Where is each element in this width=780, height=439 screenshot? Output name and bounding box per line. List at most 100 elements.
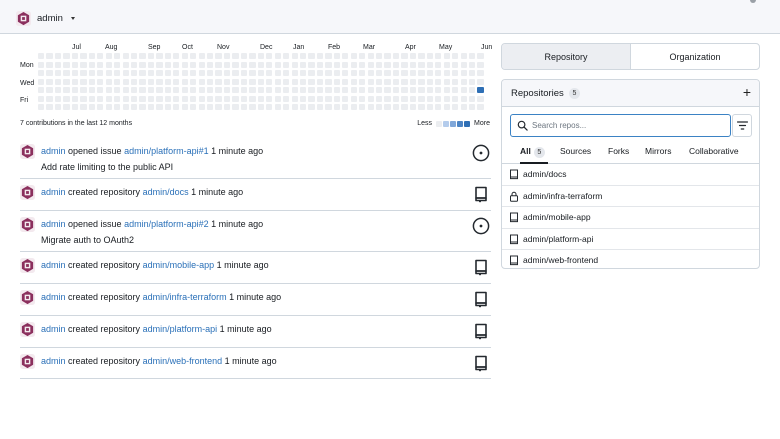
heatmap-cell[interactable] [435, 95, 442, 102]
heatmap-cell[interactable] [46, 95, 53, 102]
heatmap-cell[interactable] [401, 95, 408, 102]
heatmap-cell[interactable] [443, 78, 450, 85]
heatmap-cell[interactable] [308, 78, 315, 85]
heatmap-cell[interactable] [426, 70, 433, 77]
heatmap-cell[interactable] [367, 104, 374, 111]
heatmap-cell[interactable] [376, 70, 383, 77]
heatmap-cell[interactable] [409, 104, 417, 111]
heatmap-cell[interactable] [240, 78, 248, 85]
heatmap-cell[interactable] [215, 104, 222, 111]
feed-target-link[interactable]: admin/docs [143, 187, 189, 197]
heatmap-cell[interactable] [105, 87, 112, 94]
heatmap-cell[interactable] [316, 104, 324, 111]
heatmap-cell[interactable] [426, 95, 433, 102]
heatmap-cell[interactable] [232, 53, 239, 60]
heatmap-cell[interactable] [156, 53, 163, 60]
heatmap-cell[interactable] [181, 87, 188, 94]
heatmap-cell[interactable] [477, 61, 484, 68]
heatmap-cell[interactable] [426, 104, 433, 111]
heatmap-cell[interactable] [350, 95, 357, 102]
heatmap-cell[interactable] [452, 95, 459, 102]
heatmap-cell[interactable] [156, 61, 163, 68]
heatmap-cell[interactable] [130, 61, 138, 68]
heatmap-cell[interactable] [266, 95, 273, 102]
heatmap-cell[interactable] [409, 53, 417, 60]
heatmap-cell[interactable] [266, 70, 273, 77]
heatmap-cell[interactable] [257, 53, 264, 60]
heatmap-cell[interactable] [367, 95, 374, 102]
heatmap-cell[interactable] [426, 61, 433, 68]
heatmap-cell[interactable] [452, 53, 459, 60]
heatmap-cell[interactable] [130, 104, 138, 111]
heatmap-cell[interactable] [350, 53, 357, 60]
heatmap-cell[interactable] [376, 61, 383, 68]
heatmap-cell[interactable] [130, 53, 138, 60]
heatmap-cell[interactable] [460, 104, 467, 111]
heatmap-cell[interactable] [164, 53, 172, 60]
heatmap-cell[interactable] [156, 104, 163, 111]
heatmap-cell[interactable] [435, 104, 442, 111]
heatmap-cell[interactable] [392, 61, 400, 68]
heatmap-cell[interactable] [367, 70, 374, 77]
repo-list-item[interactable]: admin/infra-terraform [502, 186, 759, 207]
heatmap-cell[interactable] [156, 78, 163, 85]
feed-user-link[interactable]: admin [41, 324, 66, 334]
heatmap-cell[interactable] [308, 61, 315, 68]
heatmap-cell[interactable] [240, 53, 248, 60]
heatmap-cell[interactable] [468, 95, 476, 102]
heatmap-cell[interactable] [63, 61, 70, 68]
heatmap-cell[interactable] [232, 87, 239, 94]
heatmap-cell[interactable] [359, 95, 366, 102]
heatmap-cell[interactable] [418, 104, 425, 111]
heatmap-cell[interactable] [257, 87, 264, 94]
heatmap-cell[interactable] [283, 70, 290, 77]
heatmap-cell[interactable] [147, 95, 155, 102]
heatmap-cell[interactable] [384, 70, 391, 77]
user-avatar[interactable] [20, 144, 35, 159]
heatmap-cell[interactable] [333, 53, 341, 60]
heatmap-cell[interactable] [333, 104, 341, 111]
heatmap-cell[interactable] [452, 104, 459, 111]
heatmap-cell[interactable] [316, 95, 324, 102]
heatmap-cell[interactable] [401, 87, 408, 94]
heatmap-cell[interactable] [392, 95, 400, 102]
heatmap-cell[interactable] [181, 53, 188, 60]
heatmap-cell[interactable] [350, 104, 357, 111]
heatmap-cell[interactable] [384, 95, 391, 102]
heatmap-cell[interactable] [190, 104, 197, 111]
feed-user-link[interactable]: admin [41, 219, 66, 229]
heatmap-cell[interactable] [376, 87, 383, 94]
heatmap-cell[interactable] [418, 53, 425, 60]
heatmap-cell[interactable] [325, 87, 332, 94]
heatmap-cell[interactable] [223, 104, 231, 111]
heatmap-cell[interactable] [443, 87, 450, 94]
heatmap-cell[interactable] [105, 95, 112, 102]
heatmap-cell[interactable] [443, 53, 450, 60]
heatmap-cell[interactable] [173, 78, 180, 85]
heatmap-cell[interactable] [130, 87, 138, 94]
heatmap-cell[interactable] [215, 78, 222, 85]
heatmap-cell[interactable] [71, 95, 79, 102]
heatmap-cell[interactable] [46, 70, 53, 77]
feed-target-link[interactable]: admin/mobile-app [143, 260, 215, 270]
heatmap-cell[interactable] [88, 78, 95, 85]
heatmap-cell[interactable] [54, 53, 62, 60]
heatmap-cell[interactable] [223, 61, 231, 68]
heatmap-cell[interactable] [291, 61, 298, 68]
heatmap-cell[interactable] [223, 95, 231, 102]
repo-list-item[interactable]: admin/docs [502, 164, 759, 186]
heatmap-cell[interactable] [376, 95, 383, 102]
heatmap-cell[interactable] [266, 104, 273, 111]
heatmap-cell[interactable] [223, 87, 231, 94]
heatmap-cell[interactable] [80, 78, 87, 85]
heatmap-cell[interactable] [409, 70, 417, 77]
heatmap-cell[interactable] [240, 95, 248, 102]
heatmap-cell[interactable] [409, 95, 417, 102]
heatmap-cell[interactable] [63, 78, 70, 85]
heatmap-cell[interactable] [274, 104, 281, 111]
heatmap-cell[interactable] [240, 104, 248, 111]
heatmap-cell[interactable] [207, 104, 214, 111]
heatmap-cell[interactable] [333, 95, 341, 102]
heatmap-cell[interactable] [435, 70, 442, 77]
heatmap-cell[interactable] [232, 61, 239, 68]
